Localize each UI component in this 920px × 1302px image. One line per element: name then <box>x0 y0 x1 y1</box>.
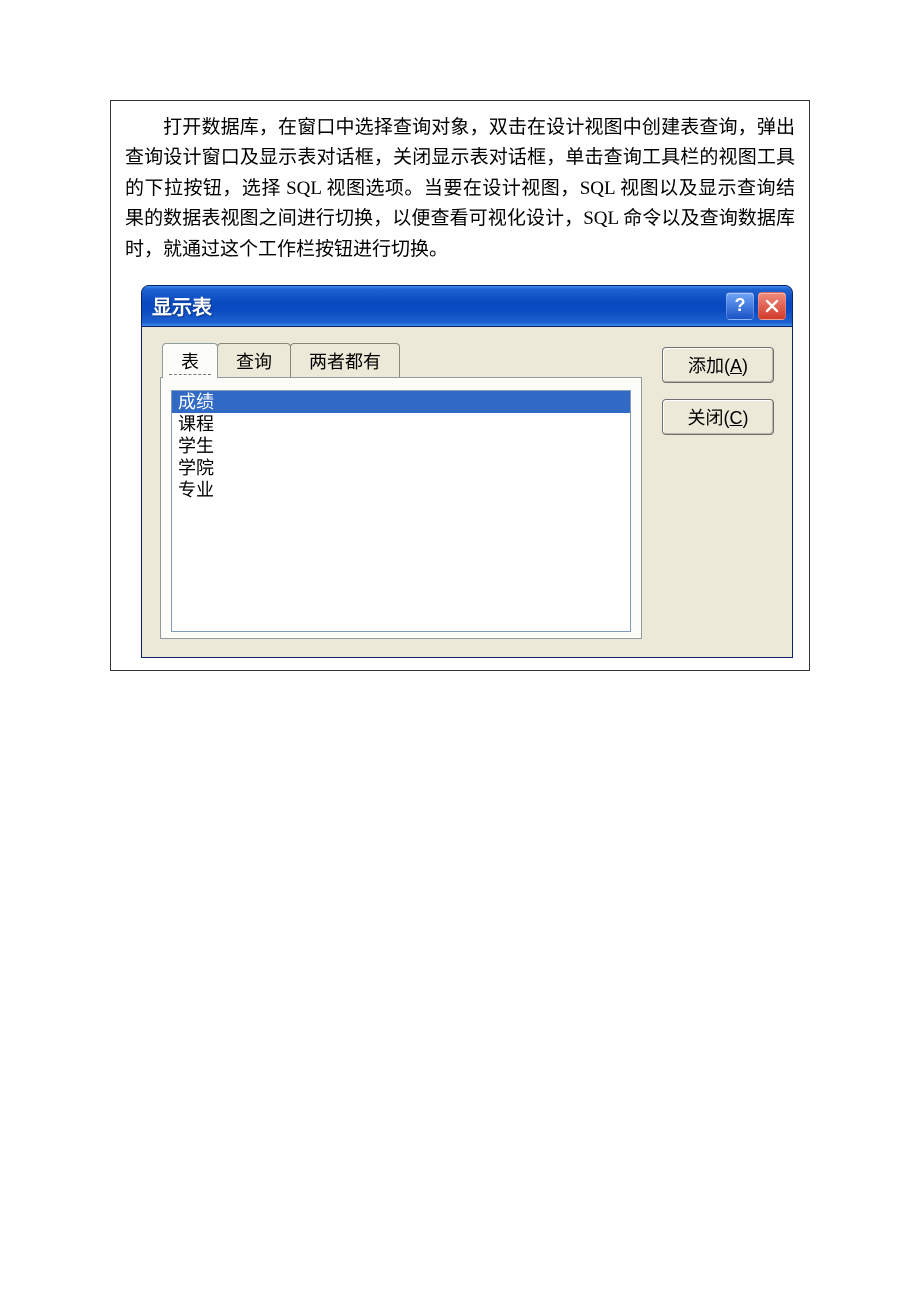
list-item[interactable]: 学生 <box>172 435 630 457</box>
close-icon <box>764 298 780 314</box>
list-item[interactable]: 课程 <box>172 413 630 435</box>
tab-label: 两者都有 <box>309 352 381 372</box>
tab-tables[interactable]: 表 <box>162 343 218 378</box>
dialog-client-area: 表 查询 两者都有 成绩 课程 学生 学院 专业 <box>142 327 792 657</box>
button-label: 关闭 <box>688 408 724 428</box>
list-item[interactable]: 成绩 <box>172 391 630 413</box>
tab-panel: 成绩 课程 学生 学院 专业 <box>160 377 642 639</box>
add-button[interactable]: 添加(A) <box>662 347 774 383</box>
show-table-dialog: 显示表 ? 表 查询 <box>141 285 793 658</box>
dialog-titlebar[interactable]: 显示表 ? <box>142 286 792 327</box>
titlebar-buttons: ? <box>726 292 786 320</box>
help-button[interactable]: ? <box>726 292 754 320</box>
tab-queries[interactable]: 查询 <box>217 343 291 378</box>
tab-label: 查询 <box>236 352 272 372</box>
tables-listbox[interactable]: 成绩 课程 学生 学院 专业 <box>171 390 631 632</box>
dialog-right-pane: 添加(A) 关闭(C) <box>662 343 774 639</box>
button-label: 添加 <box>688 356 724 376</box>
dialog-left-pane: 表 查询 两者都有 成绩 课程 学生 学院 专业 <box>160 343 642 639</box>
tab-both[interactable]: 两者都有 <box>290 343 400 378</box>
list-item[interactable]: 专业 <box>172 479 630 501</box>
tab-label: 表 <box>181 352 199 372</box>
close-button[interactable]: 关闭(C) <box>662 399 774 435</box>
tab-strip: 表 查询 两者都有 <box>162 343 642 378</box>
question-icon: ? <box>735 295 746 316</box>
document-page: 打开数据库，在窗口中选择查询对象，双击在设计视图中创建表查询，弹出查询设计窗口及… <box>110 100 810 671</box>
button-hotkey: C <box>730 408 743 428</box>
list-item[interactable]: 学院 <box>172 457 630 479</box>
paragraph-text: 打开数据库，在窗口中选择查询对象，双击在设计视图中创建表查询，弹出查询设计窗口及… <box>125 117 795 260</box>
close-window-button[interactable] <box>758 292 786 320</box>
instruction-paragraph: 打开数据库，在窗口中选择查询对象，双击在设计视图中创建表查询，弹出查询设计窗口及… <box>111 101 809 285</box>
dialog-title: 显示表 <box>152 291 212 320</box>
button-hotkey: A <box>730 356 742 376</box>
